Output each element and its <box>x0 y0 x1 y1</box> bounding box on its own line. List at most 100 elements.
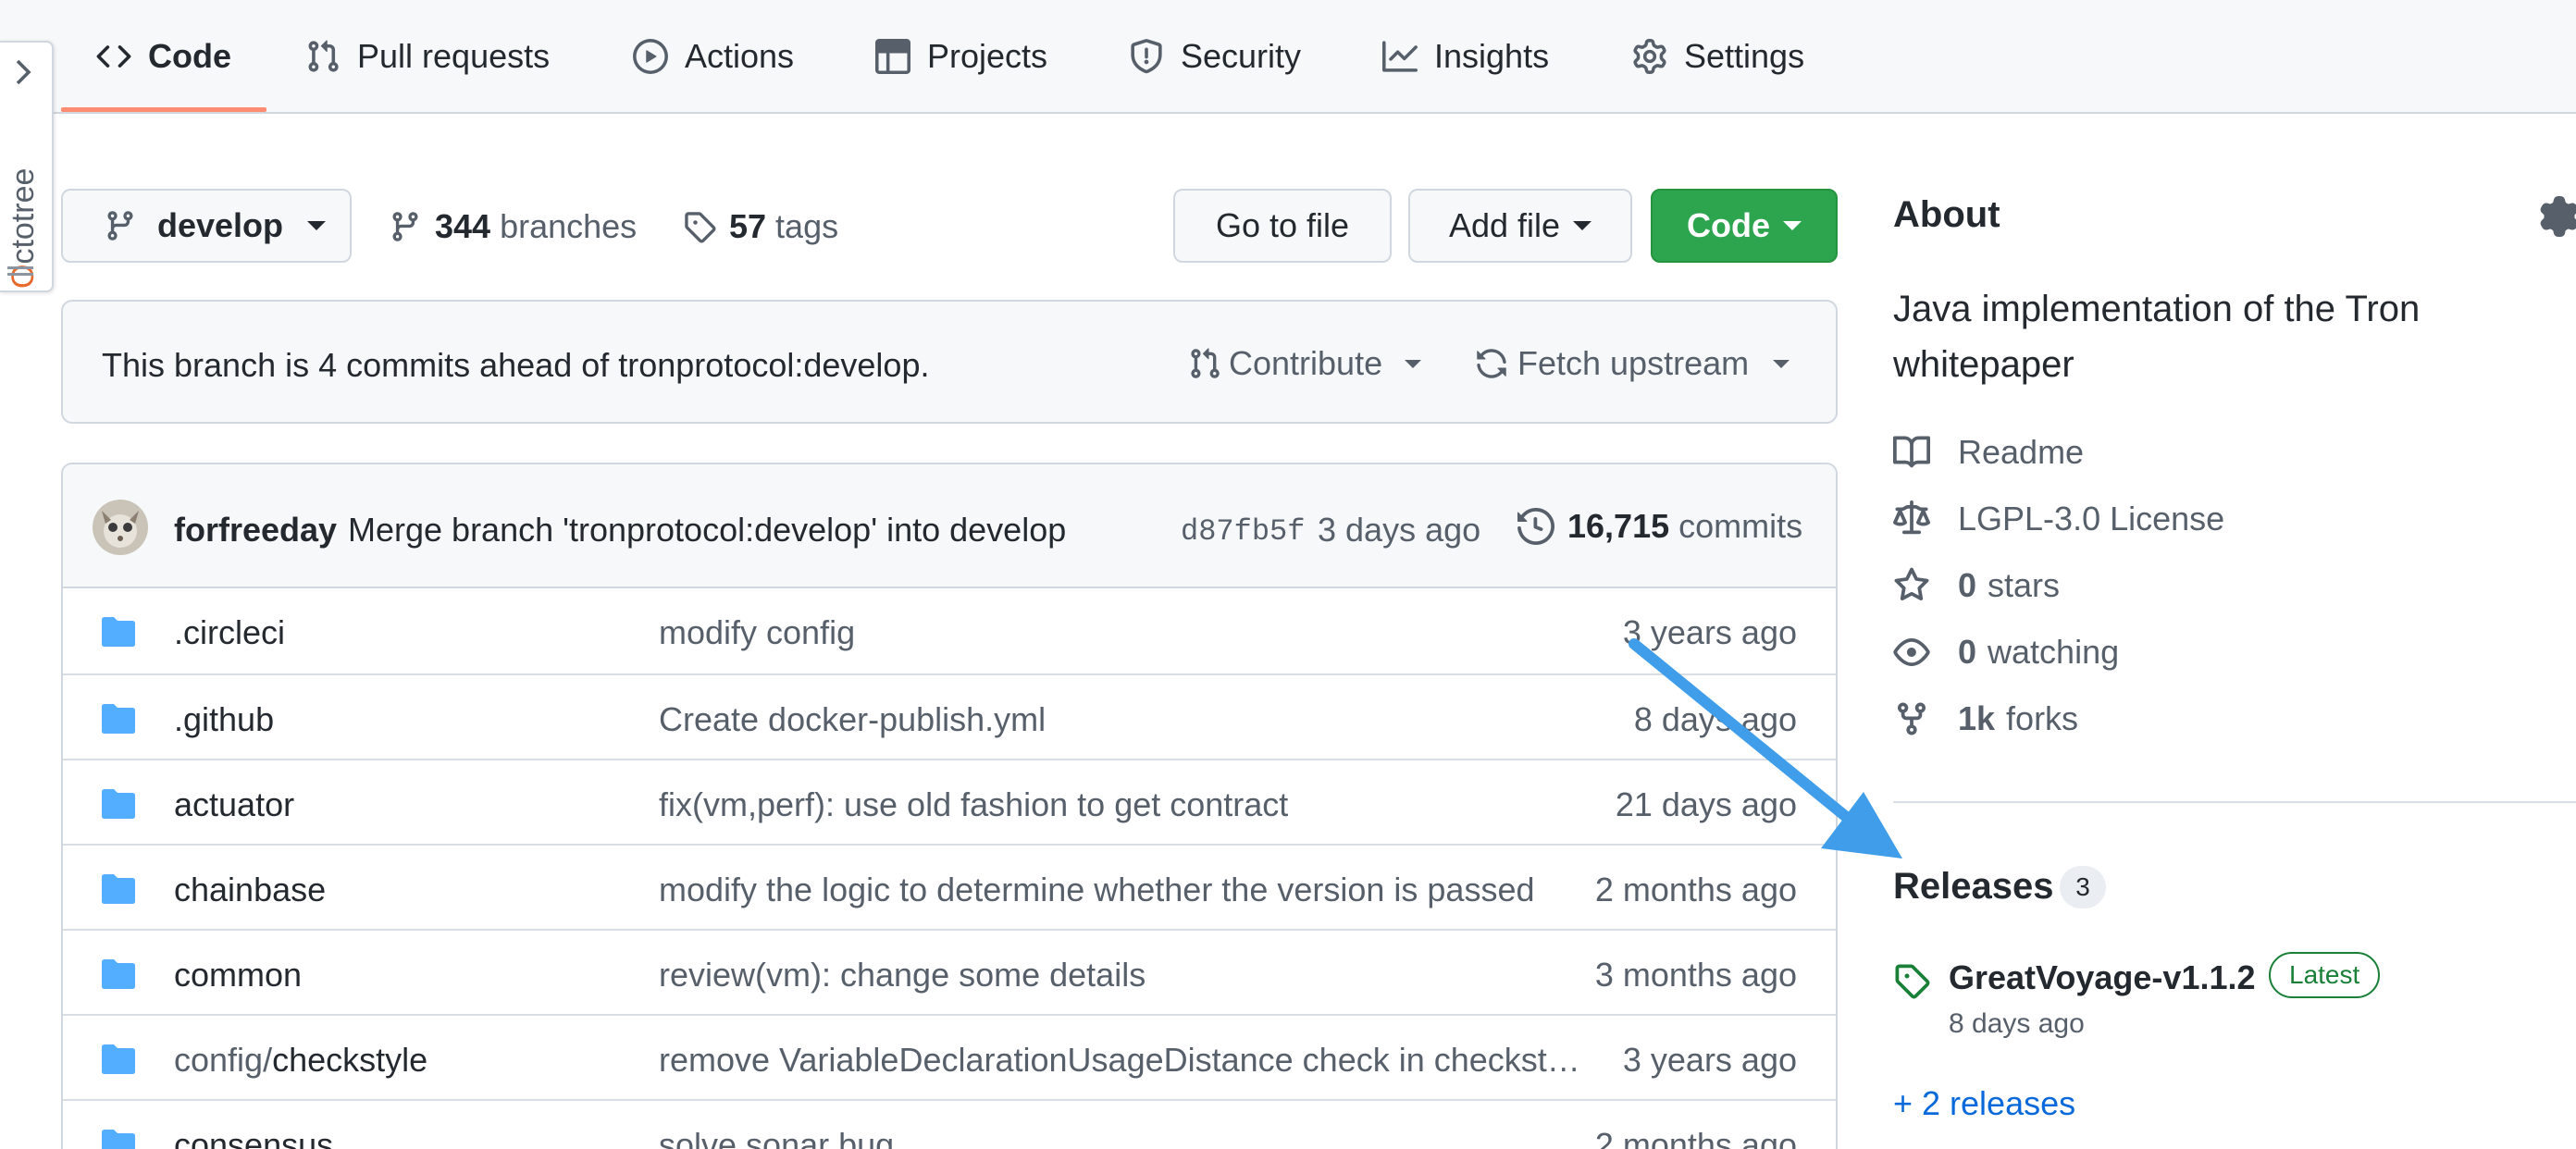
code-icon <box>96 45 131 68</box>
latest-commit-bar: forfreeday Merge branch 'tronprotocol:de… <box>63 464 1836 588</box>
branch-status-box: This branch is 4 commits ahead of tronpr… <box>61 300 1838 424</box>
commits-link[interactable]: 16,715 commits <box>1517 507 1802 546</box>
tab-label: Pull requests <box>357 37 551 75</box>
tab-pull-requests[interactable]: Pull requests <box>305 0 550 113</box>
tab-label: Insights <box>1434 37 1550 75</box>
tab-label: Projects <box>927 37 1048 75</box>
git-branch-icon <box>392 212 418 241</box>
tag-icon <box>1895 964 1930 999</box>
stars-count: 0 <box>1958 566 1977 604</box>
shield-icon <box>1131 39 1162 74</box>
table-row[interactable]: consensus solve sonar bug 2 months ago <box>63 1099 1836 1149</box>
branch-name: develop <box>157 206 284 244</box>
file-commit-message[interactable]: modify config <box>659 613 1580 652</box>
releases-heading[interactable]: Releases <box>1893 866 2053 908</box>
commits-count: 16,715 <box>1567 507 1670 545</box>
tags-label: tags <box>775 207 839 245</box>
commit-message[interactable]: Merge branch 'tronprotocol:develop' into… <box>348 511 1066 550</box>
file-commit-message[interactable]: review(vm): change some details <box>659 956 1580 995</box>
code-label: Code <box>1687 206 1770 244</box>
branches-label: branches <box>500 207 638 245</box>
active-tab-indicator <box>61 107 266 112</box>
license-label: LGPL-3.0 License <box>1958 500 2225 537</box>
file-age: 2 months ago <box>1594 1126 1797 1149</box>
branch-select-button[interactable]: develop <box>61 189 352 263</box>
fetch-upstream-label: Fetch upstream <box>1517 344 1750 382</box>
tab-projects[interactable]: Projects <box>875 0 1047 113</box>
grip-icon[interactable] <box>6 263 35 279</box>
file-name[interactable]: chainbase <box>174 871 326 909</box>
avatar[interactable] <box>93 500 148 555</box>
file-commit-message[interactable]: remove VariableDeclarationUsageDistance … <box>659 1041 1580 1080</box>
file-commit-message[interactable]: fix(vm,perf): use old fashion to get con… <box>659 785 1580 824</box>
file-age: 2 months ago <box>1594 871 1797 908</box>
caret-down-icon <box>1573 221 1592 230</box>
caret-down-icon <box>307 221 327 230</box>
folder-icon <box>102 789 135 819</box>
commit-author[interactable]: forfreeday <box>174 511 337 550</box>
contribute-button[interactable]: Contribute <box>1188 344 1422 383</box>
releases-count-badge: 3 <box>2060 866 2106 908</box>
folder-icon <box>102 1044 135 1074</box>
tab-settings[interactable]: Settings <box>1632 0 1804 113</box>
table-row[interactable]: actuator fix(vm,perf): use old fashion t… <box>63 759 1836 844</box>
forks-count: 1k <box>1958 699 1996 737</box>
stars-link[interactable]: 0 stars <box>1893 566 2060 605</box>
release-name[interactable]: GreatVoyage-v1.1.2 <box>1949 958 2256 997</box>
octotree-toggle[interactable]: Octotree <box>0 41 54 292</box>
gear-icon[interactable] <box>2539 196 2576 237</box>
file-name[interactable]: config/checkstyle <box>174 1041 427 1080</box>
play-icon <box>633 39 668 74</box>
table-row[interactable]: .circleci modify config 3 years ago <box>63 588 1836 673</box>
file-name[interactable]: actuator <box>174 785 294 824</box>
octotree-label-rest: ctotree <box>6 168 41 265</box>
branch-status-message: This branch is 4 commits ahead of tronpr… <box>102 346 930 384</box>
table-row[interactable]: .github Create docker-publish.yml 8 days… <box>63 673 1836 759</box>
sync-icon <box>1477 349 1506 378</box>
file-commit-message[interactable]: modify the logic to determine whether th… <box>659 871 1580 909</box>
branches-link[interactable]: 344 branches <box>389 207 637 246</box>
folder-icon <box>102 959 135 989</box>
readme-link[interactable]: Readme <box>1893 433 2084 472</box>
tag-icon <box>685 212 716 243</box>
tab-security[interactable]: Security <box>1129 0 1301 113</box>
fetch-upstream-button[interactable]: Fetch upstream <box>1475 344 1790 383</box>
latest-badge: Latest <box>2269 952 2381 998</box>
watching-label: watching <box>1988 633 2120 671</box>
tags-link[interactable]: 57 tags <box>683 207 838 246</box>
add-file-button[interactable]: Add file <box>1408 189 1632 263</box>
graph-icon <box>1382 41 1418 72</box>
more-releases-link[interactable]: + 2 releases <box>1893 1084 2075 1123</box>
license-link[interactable]: LGPL-3.0 License <box>1893 500 2224 538</box>
git-pull-request-icon <box>308 40 339 72</box>
code-button[interactable]: Code <box>1651 189 1838 263</box>
avatar-image <box>93 500 148 555</box>
table-icon <box>875 39 910 74</box>
branches-count: 344 <box>435 207 491 245</box>
gear-icon <box>1633 39 1666 74</box>
file-name[interactable]: .circleci <box>174 613 285 652</box>
law-icon <box>1893 500 1930 535</box>
sidebar-divider <box>1893 801 2576 803</box>
table-row[interactable]: common review(vm): change some details 3… <box>63 929 1836 1014</box>
forks-link[interactable]: 1k forks <box>1893 699 2078 738</box>
go-to-file-button[interactable]: Go to file <box>1173 189 1392 263</box>
tab-actions[interactable]: Actions <box>633 0 794 113</box>
commit-sha[interactable]: d87fb5f <box>1181 514 1305 549</box>
tab-code[interactable]: Code <box>96 0 231 113</box>
file-name[interactable]: consensus <box>174 1126 333 1149</box>
watching-link[interactable]: 0 watching <box>1893 633 2119 672</box>
file-commit-message[interactable]: Create docker-publish.yml <box>659 700 1580 739</box>
repo-nav: Code Pull requests Actions Projects Secu… <box>0 0 2576 114</box>
file-name[interactable]: common <box>174 956 302 995</box>
table-row[interactable]: config/checkstyle remove VariableDeclara… <box>63 1014 1836 1099</box>
file-browser: forfreeday Merge branch 'tronprotocol:de… <box>61 463 1838 1149</box>
tab-insights[interactable]: Insights <box>1382 0 1549 113</box>
tab-label: Settings <box>1684 37 1805 75</box>
commits-label: commits <box>1678 507 1803 545</box>
book-icon <box>1893 436 1930 468</box>
go-to-file-label: Go to file <box>1215 206 1350 244</box>
file-commit-message[interactable]: solve sonar bug <box>659 1126 1580 1149</box>
table-row[interactable]: chainbase modify the logic to determine … <box>63 844 1836 929</box>
file-name[interactable]: .github <box>174 700 274 739</box>
